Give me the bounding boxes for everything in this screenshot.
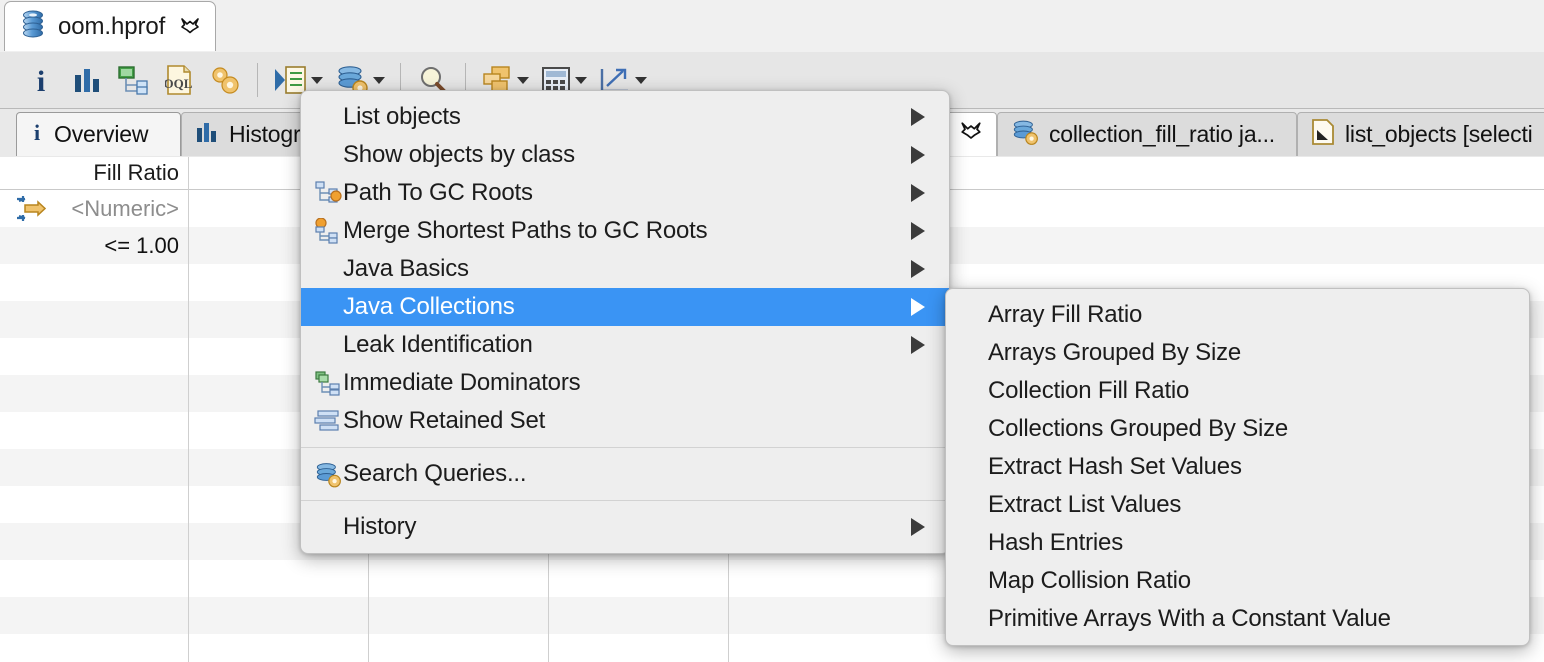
submenu-array-fill-ratio-label: Array Fill Ratio	[988, 301, 1143, 328]
toolbar-separator-1	[257, 63, 258, 97]
menu-merge-shortest-paths-to-gc-roots[interactable]: Merge Shortest Paths to GC Roots	[301, 212, 949, 250]
tab-list-objects[interactable]: list_objects [selecti	[1297, 112, 1544, 156]
submenu-arrow-icon	[911, 222, 925, 240]
submenu-primitive-arrays-constant-value-label: Primitive Arrays With a Constant Value	[988, 605, 1391, 632]
java-collections-submenu: Array Fill Ratio Arrays Grouped By Size …	[945, 288, 1530, 646]
submenu-extract-hash-set-values-label: Extract Hash Set Values	[988, 453, 1242, 480]
close-x-icon	[959, 120, 983, 149]
menu-list-objects[interactable]: List objects	[301, 98, 949, 136]
menu-list-objects-label: List objects	[343, 103, 461, 130]
menu-history-label: History	[343, 513, 417, 540]
menu-show-retained-set[interactable]: Show Retained Set	[301, 402, 949, 440]
tab-collection-fill-ratio-label: collection_fill_ratio ja...	[1049, 121, 1275, 147]
retained-set-icon	[313, 406, 343, 436]
submenu-arrow-icon	[911, 260, 925, 278]
menu-java-collections-label: Java Collections	[343, 293, 515, 320]
close-x-icon[interactable]	[179, 16, 201, 38]
merge-paths-icon	[313, 216, 343, 246]
histogram-bars-icon	[195, 120, 219, 149]
menu-show-objects-by-class-label: Show objects by class	[343, 141, 575, 168]
oql-document-button[interactable]: OQL	[156, 58, 202, 102]
submenu-extract-list-values[interactable]: Extract List Values	[946, 486, 1529, 524]
cell-fill-ratio[interactable]: <= 1.00	[9, 227, 189, 264]
menu-merge-shortest-paths-label: Merge Shortest Paths to GC Roots	[343, 217, 708, 244]
menu-leak-identification[interactable]: Leak Identification	[301, 326, 949, 364]
chevron-down-icon[interactable]	[373, 76, 385, 84]
menu-separator	[301, 500, 949, 501]
heap-queries-icon	[313, 459, 343, 489]
submenu-arrow-icon	[911, 336, 925, 354]
menu-search-queries[interactable]: Search Queries...	[301, 455, 949, 493]
dominator-tree-button[interactable]	[110, 58, 156, 102]
submenu-arrow-icon	[911, 298, 925, 316]
submenu-hash-entries[interactable]: Hash Entries	[946, 524, 1529, 562]
heap-queries-icon	[1011, 118, 1039, 151]
menu-separator	[301, 447, 949, 448]
submenu-map-collision-ratio[interactable]: Map Collision Ratio	[946, 562, 1529, 600]
svg-text:i: i	[34, 120, 40, 144]
submenu-collection-fill-ratio-label: Collection Fill Ratio	[988, 377, 1190, 404]
chevron-down-icon[interactable]	[575, 76, 587, 84]
submenu-arrow-icon	[911, 146, 925, 164]
submenu-collections-grouped-by-size-label: Collections Grouped By Size	[988, 415, 1289, 442]
close-tab-button[interactable]	[944, 112, 997, 156]
submenu-extract-list-values-label: Extract List Values	[988, 491, 1182, 518]
tab-overview[interactable]: i Overview	[16, 112, 181, 156]
chevron-down-icon[interactable]	[635, 76, 647, 84]
chevron-down-icon[interactable]	[517, 76, 529, 84]
heap-dump-icon	[19, 9, 47, 44]
path-to-gc-roots-icon	[313, 178, 343, 208]
context-menu: List objects Show objects by class Path …	[300, 90, 950, 554]
tab-histogram[interactable]: Histogram	[181, 112, 311, 156]
menu-path-to-gc-roots[interactable]: Path To GC Roots	[301, 174, 949, 212]
gears-icon-button[interactable]	[202, 58, 248, 102]
menu-show-objects-by-class[interactable]: Show objects by class	[301, 136, 949, 174]
menu-history[interactable]: History	[301, 508, 949, 546]
chevron-down-icon[interactable]	[311, 76, 323, 84]
tab-list-objects-label: list_objects [selecti	[1345, 121, 1533, 147]
submenu-arrow-icon	[911, 108, 925, 126]
tab-collection-fill-ratio[interactable]: collection_fill_ratio ja...	[997, 112, 1297, 156]
submenu-collection-fill-ratio[interactable]: Collection Fill Ratio	[946, 372, 1529, 410]
immediate-dominators-icon	[313, 368, 343, 398]
submenu-map-collision-ratio-label: Map Collision Ratio	[988, 567, 1191, 594]
submenu-arrow-icon	[911, 518, 925, 536]
menu-leak-identification-label: Leak Identification	[343, 331, 533, 358]
submenu-array-fill-ratio[interactable]: Array Fill Ratio	[946, 296, 1529, 334]
menu-path-to-gc-roots-label: Path To GC Roots	[343, 179, 533, 206]
overview-info-button[interactable]: i	[18, 58, 64, 102]
svg-text:OQL: OQL	[165, 76, 193, 91]
editor-tab-label: oom.hprof	[58, 12, 166, 40]
editor-tab-oom-hprof[interactable]: oom.hprof	[4, 1, 217, 51]
menu-immediate-dominators[interactable]: Immediate Dominators	[301, 364, 949, 402]
menu-java-basics-label: Java Basics	[343, 255, 469, 282]
svg-text:i: i	[37, 65, 45, 96]
mat-heap-analyzer-window: oom.hprof i OQL i Overview Histogr colle…	[0, 0, 1544, 662]
editor-tab-bar: oom.hprof	[0, 0, 1544, 53]
menu-java-collections[interactable]: Java Collections	[301, 288, 949, 326]
menu-show-retained-set-label: Show Retained Set	[343, 407, 546, 434]
column-divider-1[interactable]	[188, 157, 189, 662]
submenu-hash-entries-label: Hash Entries	[988, 529, 1123, 556]
info-i-icon: i	[30, 120, 44, 149]
histogram-button[interactable]	[64, 58, 110, 102]
tab-overview-label: Overview	[54, 121, 149, 147]
submenu-collections-grouped-by-size[interactable]: Collections Grouped By Size	[946, 410, 1529, 448]
submenu-arrays-grouped-by-size-label: Arrays Grouped By Size	[988, 339, 1242, 366]
menu-immediate-dominators-label: Immediate Dominators	[343, 369, 581, 396]
submenu-arrays-grouped-by-size[interactable]: Arrays Grouped By Size	[946, 334, 1529, 372]
menu-search-queries-label: Search Queries...	[343, 460, 527, 487]
column-header-fill-ratio[interactable]: Fill Ratio	[9, 157, 189, 189]
tab-histogram-label: Histogram	[229, 121, 310, 147]
submenu-arrow-icon	[911, 184, 925, 202]
menu-java-basics[interactable]: Java Basics	[301, 250, 949, 288]
page-corner-icon	[1311, 118, 1335, 151]
submenu-primitive-arrays-with-a-constant-value[interactable]: Primitive Arrays With a Constant Value	[946, 600, 1529, 638]
submenu-extract-hash-set-values[interactable]: Extract Hash Set Values	[946, 448, 1529, 486]
filter-cell-fill-ratio[interactable]: <Numeric>	[9, 190, 189, 227]
